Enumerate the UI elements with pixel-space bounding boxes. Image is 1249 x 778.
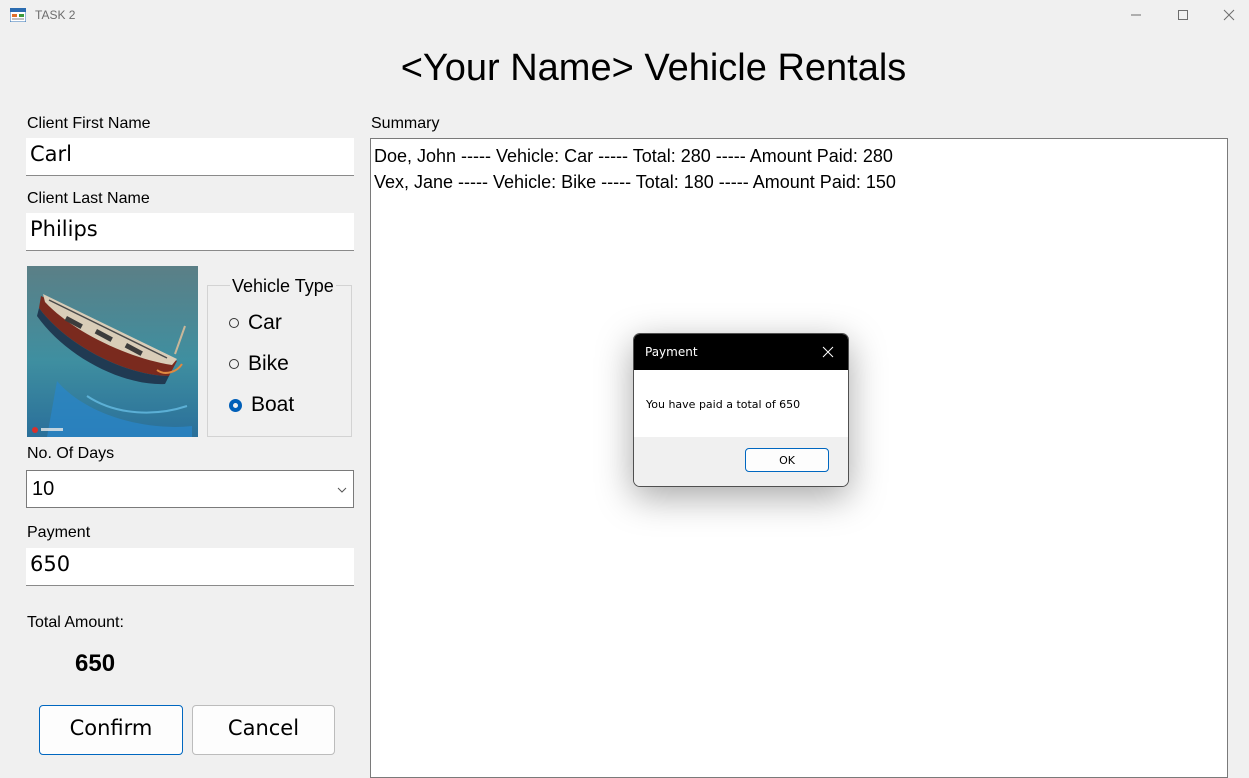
- maximize-icon: [1178, 10, 1188, 20]
- window-title: TASK 2: [35, 8, 76, 22]
- first-name-label: Client First Name: [27, 115, 151, 132]
- last-name-input[interactable]: Philips: [26, 213, 354, 251]
- days-value: 10: [32, 478, 55, 500]
- summary-line: Vex, Jane ----- Vehicle: Bike ----- Tota…: [374, 172, 896, 192]
- radio-boat[interactable]: Boat: [229, 393, 294, 417]
- close-button[interactable]: [1209, 0, 1249, 30]
- minimize-icon: [1131, 14, 1141, 16]
- radio-car[interactable]: Car: [229, 311, 282, 335]
- first-name-input[interactable]: Carl: [26, 138, 354, 176]
- dialog-close-button[interactable]: [808, 334, 848, 370]
- ok-button[interactable]: OK: [745, 448, 829, 472]
- total-amount-label: Total Amount:: [27, 614, 124, 631]
- days-label: No. Of Days: [27, 445, 115, 462]
- radio-bike[interactable]: Bike: [229, 352, 289, 376]
- radio-boat-label: Boat: [251, 393, 295, 416]
- radio-unchecked-icon: [229, 318, 239, 328]
- last-name-label: Client Last Name: [27, 190, 150, 207]
- total-amount-value: 650: [75, 650, 116, 677]
- payment-dialog: Payment You have paid a total of 650 OK: [633, 333, 849, 487]
- radio-checked-icon: [229, 398, 242, 412]
- radio-bike-label: Bike: [248, 352, 289, 375]
- dialog-titlebar[interactable]: Payment: [634, 334, 848, 370]
- vehicle-type-legend: Vehicle Type: [230, 276, 336, 297]
- days-dropdown[interactable]: 10: [26, 470, 354, 508]
- maximize-button[interactable]: [1163, 0, 1203, 30]
- boat-image: [27, 266, 198, 437]
- summary-label: Summary: [371, 115, 440, 132]
- window-titlebar[interactable]: TASK 2: [0, 0, 1249, 30]
- payment-label: Payment: [27, 524, 91, 541]
- close-icon: [1223, 9, 1235, 21]
- summary-line: Doe, John ----- Vehicle: Car ----- Total…: [374, 146, 893, 166]
- radio-unchecked-icon: [229, 359, 239, 369]
- chevron-down-icon: [337, 487, 347, 493]
- minimize-button[interactable]: [1116, 0, 1156, 30]
- page-title: <Your Name> Vehicle Rentals: [400, 47, 907, 89]
- dialog-title: Payment: [645, 345, 698, 359]
- dialog-message: You have paid a total of 650: [646, 398, 801, 411]
- dialog-footer: OK: [634, 437, 848, 486]
- app-icon: [9, 7, 27, 23]
- payment-input[interactable]: 650: [26, 548, 354, 586]
- radio-car-label: Car: [248, 311, 282, 334]
- close-icon: [822, 346, 834, 358]
